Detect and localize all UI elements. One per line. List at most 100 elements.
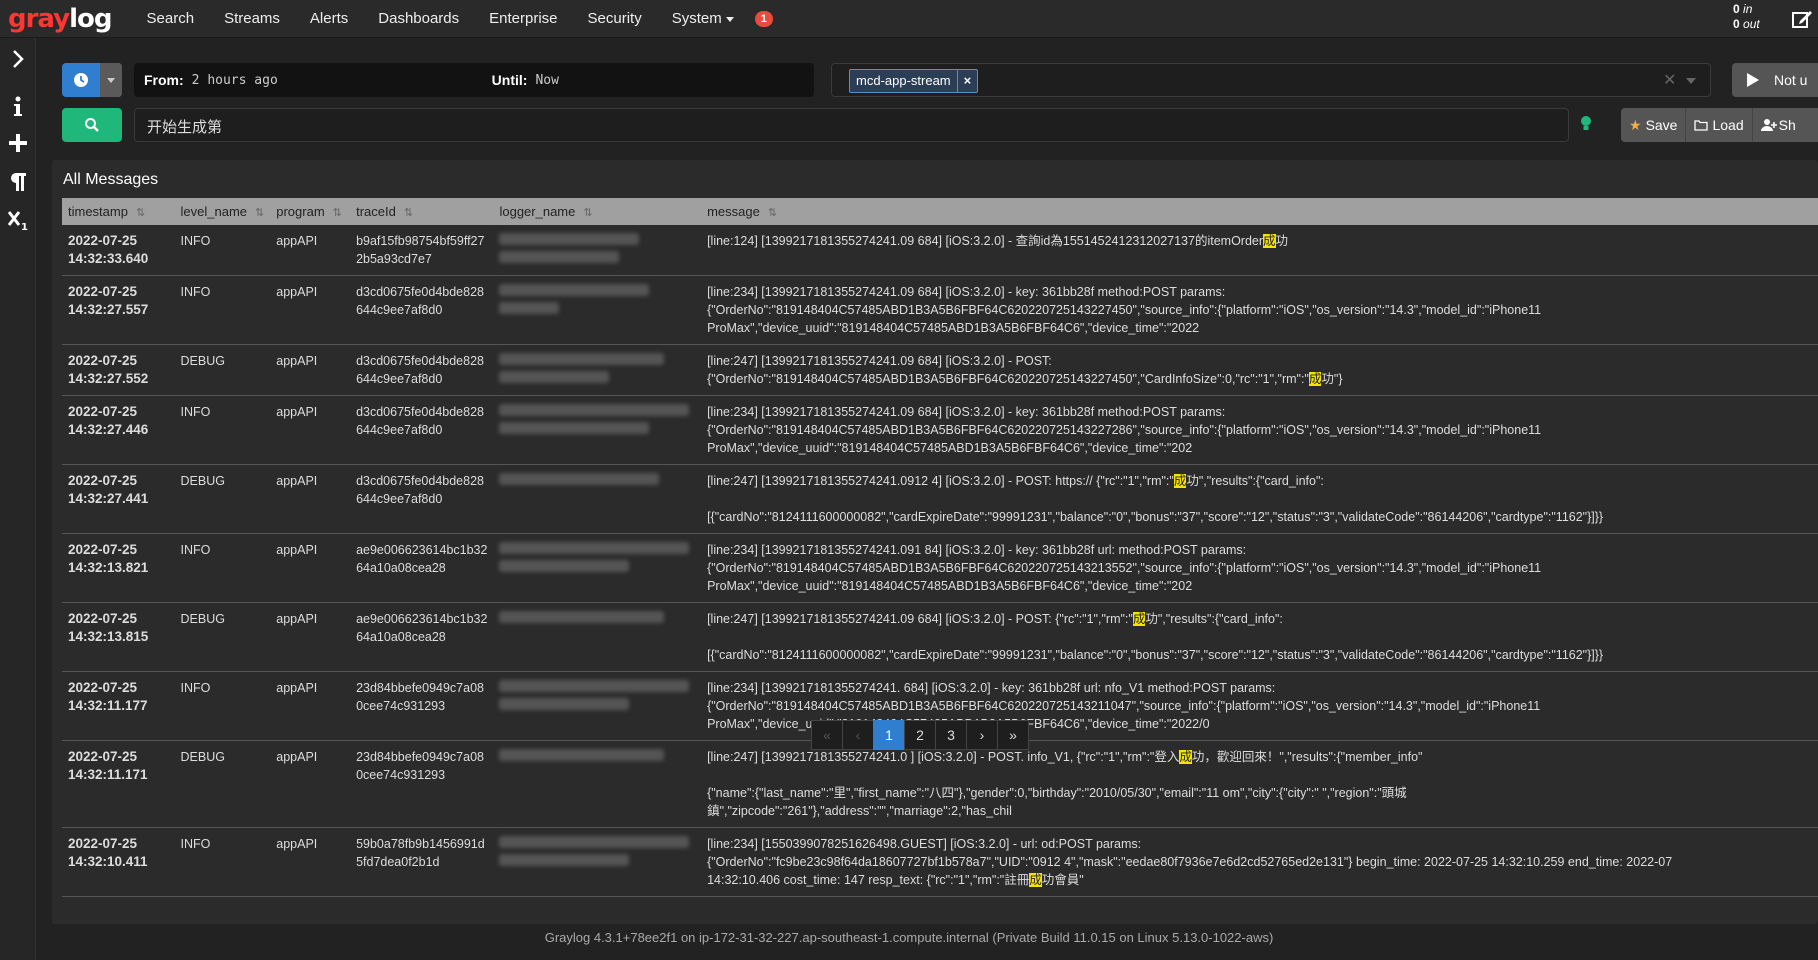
remove-stream-icon[interactable]: × — [956, 70, 978, 92]
column-timestamp[interactable]: timestamp ⇅ — [62, 198, 175, 225]
nav-system[interactable]: System — [657, 10, 749, 27]
timestamp-cell: 2022-07-25 14:32:27.446 — [62, 395, 175, 465]
page-1-button[interactable]: 1 — [873, 720, 905, 750]
nav-alerts[interactable]: Alerts — [295, 10, 363, 27]
sort-icon[interactable]: ⇅ — [404, 207, 413, 219]
traceid-line: 0cee74c931293 — [356, 768, 446, 782]
table-row[interactable]: 2022-07-25 14:32:13.815 DEBUG appAPI ae9e006… — [62, 602, 1818, 672]
search-button[interactable] — [62, 108, 122, 142]
table-row[interactable]: 2022-07-25 14:32:11.171 DEBUG appAPI 23d84bb… — [62, 740, 1818, 828]
chevron-down-icon[interactable] — [1686, 78, 1696, 84]
traceid-cell: d3cd0675fe0d4bde828 644c9ee7af8d0 — [350, 275, 494, 345]
timerange-type-button[interactable] — [62, 63, 122, 97]
sort-icon[interactable]: ⇅ — [255, 207, 264, 219]
level-cell: INFO — [174, 225, 271, 276]
paragraph-icon[interactable] — [6, 170, 30, 194]
chevron-right-icon[interactable] — [6, 47, 30, 71]
timerange-dropdown[interactable] — [100, 63, 122, 97]
save-label: Save — [1645, 117, 1678, 133]
page-3-button[interactable]: 3 — [935, 720, 967, 750]
table-row[interactable]: 2022-07-25 14:32:27.441 DEBUG appAPI d3cd067… — [62, 464, 1818, 534]
sort-icon[interactable]: ⇅ — [333, 207, 342, 219]
share-button[interactable]: Sh — [1753, 108, 1804, 142]
traceid-line: 644c9ee7af8d0 — [356, 372, 443, 386]
timestamp-cell: 2022-07-25 14:32:27.557 — [62, 275, 175, 345]
timestamp-date: 2022-07-25 — [68, 611, 138, 626]
level-cell: INFO — [174, 533, 271, 603]
message-segment: [line:247] [1399217181355274241.09 684] … — [707, 354, 1052, 368]
column-message[interactable]: message ⇅ — [701, 198, 1818, 225]
traceid-line: d3cd0675fe0d4bde828 — [356, 474, 484, 488]
column-program[interactable]: program ⇅ — [270, 198, 351, 225]
first-page-button[interactable]: « — [811, 720, 843, 750]
message-cell: [line:247] [1399217181355274241.0912 4] … — [701, 464, 1818, 534]
message-cell: [line:124] [1399217181355274241.09 684] … — [701, 225, 1818, 276]
timestamp-time: 14:32:10.411 — [68, 854, 148, 869]
nav-enterprise[interactable]: Enterprise — [474, 10, 572, 27]
redacted-text — [499, 680, 690, 692]
lightbulb-icon[interactable] — [1578, 114, 1594, 134]
highlight: 成 — [1173, 474, 1187, 488]
refresh-button[interactable]: Not u — [1732, 63, 1818, 97]
pagination: «‹ 1 2 3 ›» — [811, 720, 1029, 750]
subscript-icon[interactable]: 1 — [6, 208, 30, 232]
program-cell: appAPI — [270, 740, 351, 828]
level-cell: INFO — [174, 671, 271, 741]
table-row[interactable]: 2022-07-25 14:32:10.411 INFO appAPI 59b0a78f… — [62, 827, 1818, 897]
program-value: appAPI — [276, 612, 318, 626]
nav-dashboards[interactable]: Dashboards — [363, 10, 474, 27]
load-label: Load — [1712, 117, 1744, 133]
last-page-button[interactable]: » — [997, 720, 1029, 750]
nav-search[interactable]: Search — [132, 10, 210, 27]
graylog-logo[interactable]: graylog — [8, 4, 113, 34]
notification-badge[interactable]: 1 — [754, 10, 773, 27]
column-level-name[interactable]: level_name ⇅ — [174, 198, 271, 225]
throughput-indicator[interactable]: 0 in 0 out — [1733, 2, 1760, 32]
timestamp-date: 2022-07-25 — [68, 836, 138, 851]
timerange-display[interactable]: From: 2 hours ago Until: Now — [134, 63, 814, 97]
level-value: DEBUG — [180, 354, 225, 368]
chevron-down-icon — [107, 77, 115, 83]
redacted-text — [499, 422, 650, 434]
sort-icon[interactable]: ⇅ — [768, 207, 777, 219]
messages-table: timestamp ⇅ level_name ⇅ program ⇅ traceId ⇅ log… — [62, 198, 1818, 897]
program-cell: appAPI — [270, 225, 351, 276]
throughput-out-value: 0 — [1733, 17, 1740, 31]
traceid-cell: d3cd0675fe0d4bde828 644c9ee7af8d0 — [350, 344, 494, 396]
prev-page-button[interactable]: ‹ — [842, 720, 874, 750]
program-value: appAPI — [276, 405, 318, 419]
table-row[interactable]: 2022-07-25 14:32:13.821 INFO appAPI ae9e0066… — [62, 533, 1818, 603]
search-query-input[interactable]: 开始生成第 — [134, 108, 1569, 142]
message-segment: {"OrderNo":"819148404C57485ABD1B3A5B6FBF… — [707, 699, 1541, 713]
redacted-text — [499, 611, 665, 623]
sort-icon[interactable]: ⇅ — [583, 207, 592, 219]
clear-icon[interactable]: ✕ — [1663, 70, 1676, 90]
traceid-line: b9af15fb98754bf59ff27 — [356, 234, 485, 248]
column-logger-name[interactable]: logger_name ⇅ — [493, 198, 702, 225]
nav-security[interactable]: Security — [573, 10, 657, 27]
plus-icon[interactable] — [6, 131, 30, 155]
stream-select[interactable]: mcd-app-stream × ✕ — [831, 63, 1711, 97]
program-value: appAPI — [276, 285, 318, 299]
load-button[interactable]: Load — [1686, 108, 1753, 142]
message-segment: {"OrderNo":"819148404C57485ABD1B3A5B6FBF… — [707, 372, 1309, 386]
page-2-button[interactable]: 2 — [904, 720, 936, 750]
edit-icon[interactable] — [1791, 8, 1813, 30]
redacted-text — [499, 560, 630, 572]
traceid-line: 644c9ee7af8d0 — [356, 423, 443, 437]
info-icon[interactable] — [6, 94, 30, 118]
next-page-button[interactable]: › — [966, 720, 998, 750]
nav-items: Search Streams Alerts Dashboards Enterprise S… — [132, 10, 657, 27]
table-row[interactable]: 2022-07-25 14:32:27.446 INFO appAPI d3cd0675… — [62, 395, 1818, 465]
table-row[interactable]: 2022-07-25 14:32:33.640 INFO appAPI b9af15fb… — [62, 225, 1818, 276]
table-row[interactable]: 2022-07-25 14:32:27.557 INFO appAPI d3cd0675… — [62, 275, 1818, 345]
nav-streams[interactable]: Streams — [209, 10, 295, 27]
table-row[interactable]: 2022-07-25 14:32:27.552 DEBUG appAPI d3cd067… — [62, 344, 1818, 396]
sort-icon[interactable]: ⇅ — [136, 207, 145, 219]
save-button[interactable]: ★ Save — [1621, 108, 1687, 142]
column-traceId[interactable]: traceId ⇅ — [350, 198, 494, 225]
message-segment: 功","results":{"card_info": — [1186, 474, 1324, 488]
clock-button[interactable] — [62, 63, 100, 97]
chevron-down-icon — [725, 16, 734, 22]
level-value: INFO — [180, 234, 211, 248]
